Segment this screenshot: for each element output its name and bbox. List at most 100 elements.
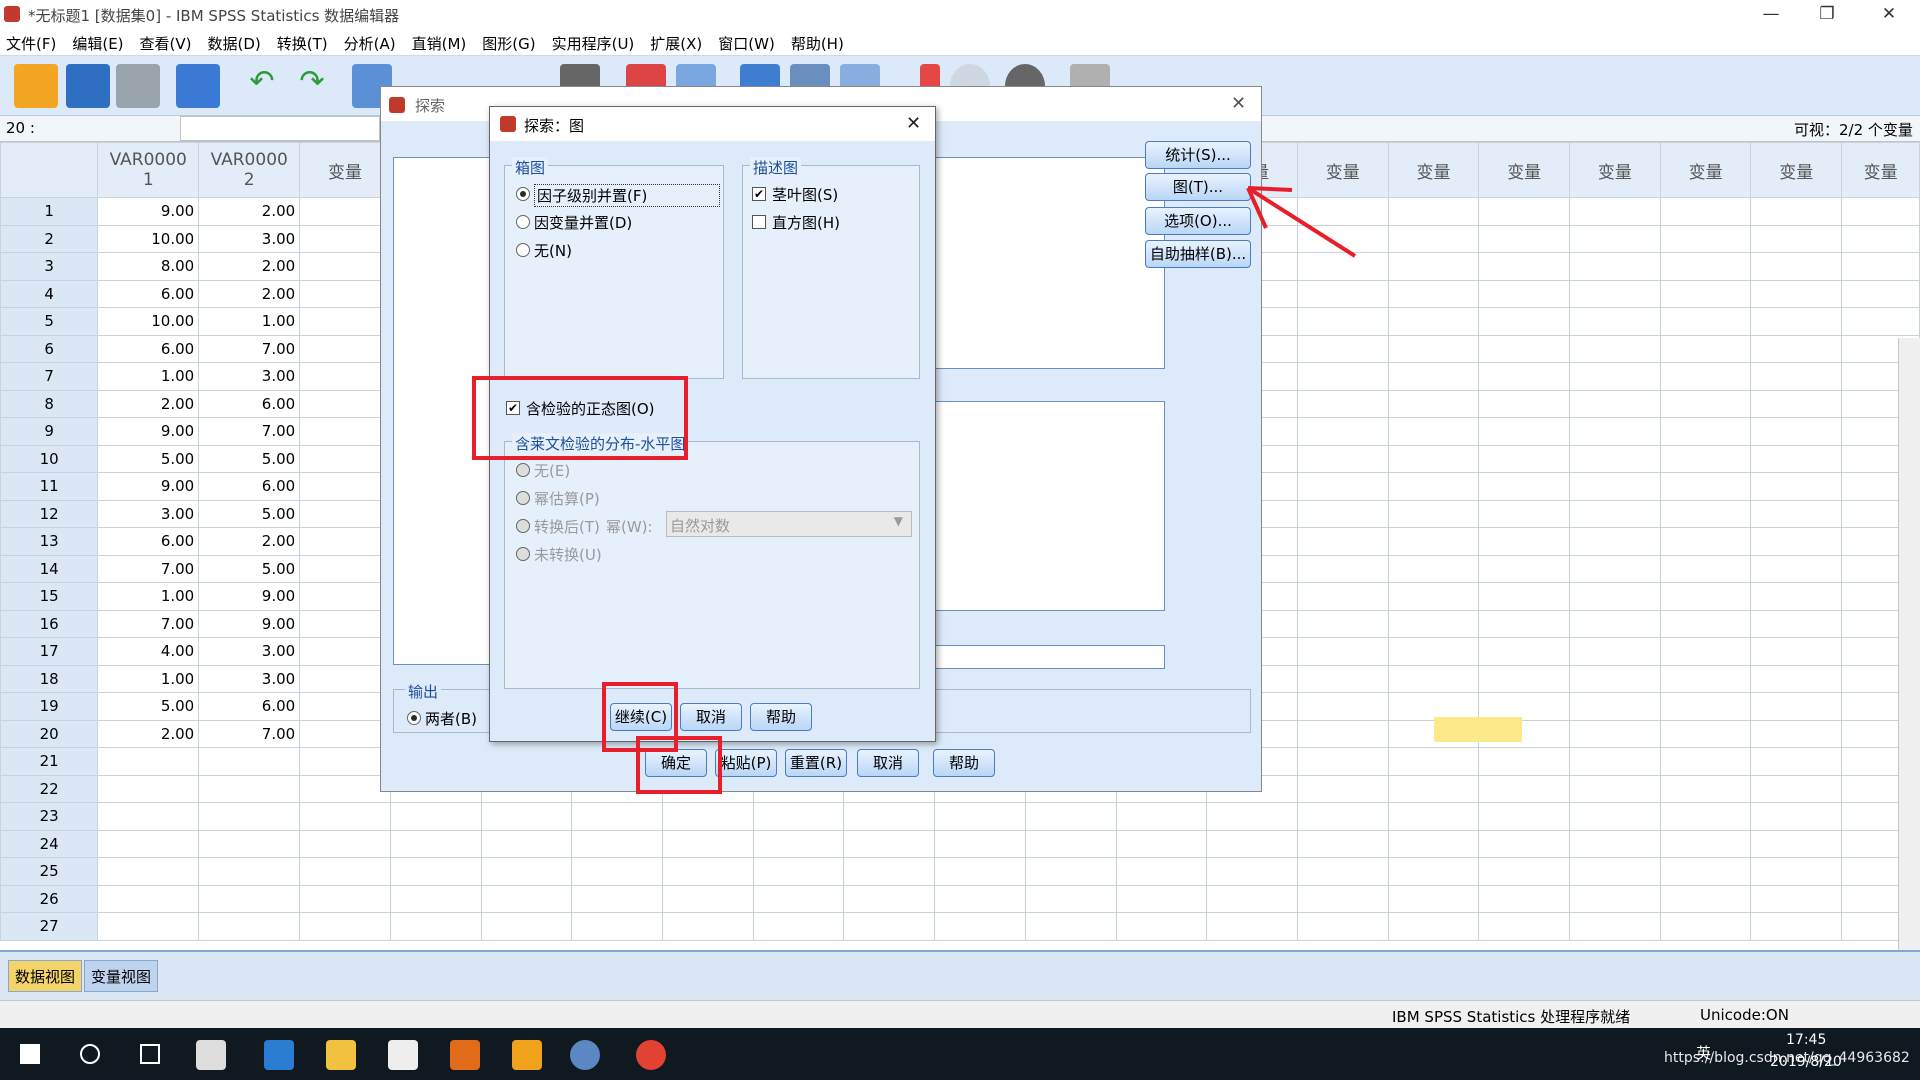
data-cell[interactable]: 3.00 <box>198 664 301 693</box>
empty-cell[interactable] <box>1750 719 1843 748</box>
empty-cell[interactable] <box>299 664 391 693</box>
empty-cell[interactable] <box>1750 499 1843 528</box>
empty-cell[interactable] <box>1659 499 1752 528</box>
empty-cell[interactable] <box>1024 884 1117 913</box>
empty-cell[interactable] <box>1841 252 1920 281</box>
empty-cell[interactable] <box>1296 472 1389 501</box>
data-cell[interactable]: 5.00 <box>198 499 301 528</box>
row-header[interactable]: 15 <box>0 582 99 611</box>
empty-cell[interactable] <box>1296 554 1389 583</box>
empty-cell[interactable] <box>1115 857 1208 886</box>
empty-cell[interactable] <box>299 912 391 941</box>
menu-graphs[interactable]: 图形(G) <box>476 28 545 54</box>
column-header-empty[interactable]: 变量 <box>1659 142 1752 198</box>
empty-cell[interactable] <box>1478 664 1571 693</box>
empty-cell[interactable] <box>1387 802 1480 831</box>
empty-cell[interactable] <box>480 857 573 886</box>
empty-cell[interactable] <box>1569 334 1661 363</box>
data-cell[interactable]: 3.00 <box>198 224 301 253</box>
empty-cell[interactable] <box>1478 527 1571 556</box>
empty-cell[interactable] <box>299 362 391 391</box>
data-cell[interactable]: 1.00 <box>97 664 200 693</box>
data-cell[interactable]: 6.00 <box>97 527 200 556</box>
empty-cell[interactable] <box>1750 279 1843 308</box>
reset-button[interactable]: 重置(R) <box>785 749 847 777</box>
data-cell[interactable]: 9.00 <box>97 417 200 446</box>
data-cell[interactable] <box>198 884 301 913</box>
row-header[interactable]: 3 <box>0 252 99 281</box>
data-cell[interactable]: 1.00 <box>198 307 301 336</box>
data-cell[interactable]: 10.00 <box>97 224 200 253</box>
empty-cell[interactable] <box>1659 609 1752 638</box>
menu-transform[interactable]: 转换(T) <box>271 28 338 54</box>
column-header-empty[interactable]: 变量 <box>1387 142 1480 198</box>
row-header[interactable]: 12 <box>0 499 99 528</box>
edge-icon[interactable] <box>264 1040 294 1070</box>
empty-cell[interactable] <box>1659 197 1752 226</box>
empty-cell[interactable] <box>1659 857 1752 886</box>
empty-cell[interactable] <box>1478 279 1571 308</box>
empty-cell[interactable] <box>934 912 1026 941</box>
empty-cell[interactable] <box>299 417 391 446</box>
empty-cell[interactable] <box>752 802 845 831</box>
menu-utilities[interactable]: 实用程序(U) <box>546 28 645 54</box>
empty-cell[interactable] <box>1478 417 1571 446</box>
empty-cell[interactable] <box>1296 802 1389 831</box>
empty-cell[interactable] <box>571 884 664 913</box>
empty-cell[interactable] <box>1387 307 1480 336</box>
empty-cell[interactable] <box>1841 197 1920 226</box>
empty-cell[interactable] <box>1206 857 1298 886</box>
data-cell[interactable]: 2.00 <box>198 252 301 281</box>
data-cell[interactable]: 5.00 <box>97 692 200 721</box>
plots-cancel-button[interactable]: 取消 <box>680 703 742 731</box>
row-header[interactable]: 18 <box>0 664 99 693</box>
empty-cell[interactable] <box>1206 802 1298 831</box>
empty-cell[interactable] <box>1750 252 1843 281</box>
empty-cell[interactable] <box>1478 224 1571 253</box>
empty-cell[interactable] <box>1478 472 1571 501</box>
empty-cell[interactable] <box>843 912 936 941</box>
empty-cell[interactable] <box>1296 307 1389 336</box>
row-header[interactable]: 8 <box>0 389 99 418</box>
empty-cell[interactable] <box>662 829 754 858</box>
empty-cell[interactable] <box>1296 279 1389 308</box>
empty-cell[interactable] <box>1569 664 1661 693</box>
empty-cell[interactable] <box>1478 334 1571 363</box>
empty-cell[interactable] <box>1659 912 1752 941</box>
empty-cell[interactable] <box>1478 307 1571 336</box>
empty-cell[interactable] <box>1659 279 1752 308</box>
empty-cell[interactable] <box>1569 252 1661 281</box>
plots-button[interactable]: 图(T)... <box>1145 173 1251 201</box>
data-cell[interactable]: 9.00 <box>97 472 200 501</box>
data-cell[interactable]: 9.00 <box>97 197 200 226</box>
empty-cell[interactable] <box>1569 637 1661 666</box>
empty-cell[interactable] <box>1024 857 1117 886</box>
data-cell[interactable]: 1.00 <box>97 362 200 391</box>
empty-cell[interactable] <box>662 802 754 831</box>
empty-cell[interactable] <box>1659 527 1752 556</box>
data-cell[interactable]: 6.00 <box>198 692 301 721</box>
empty-cell[interactable] <box>299 637 391 666</box>
row-header[interactable]: 25 <box>0 857 99 886</box>
menu-file[interactable]: 文件(F) <box>0 28 66 54</box>
empty-cell[interactable] <box>1387 499 1480 528</box>
menu-view[interactable]: 查看(V) <box>134 28 202 54</box>
empty-cell[interactable] <box>1750 747 1843 776</box>
data-cell[interactable]: 6.00 <box>97 334 200 363</box>
box-none-radio[interactable] <box>516 243 530 257</box>
empty-cell[interactable] <box>1841 224 1920 253</box>
row-header[interactable]: 26 <box>0 884 99 913</box>
empty-cell[interactable] <box>752 884 845 913</box>
empty-cell[interactable] <box>1387 472 1480 501</box>
empty-cell[interactable] <box>1206 912 1298 941</box>
empty-cell[interactable] <box>1387 444 1480 473</box>
tab-variable-view[interactable]: 变量视图 <box>84 960 159 992</box>
empty-cell[interactable] <box>1659 747 1752 776</box>
empty-cell[interactable] <box>1478 692 1571 721</box>
empty-cell[interactable] <box>1750 609 1843 638</box>
data-cell[interactable]: 9.00 <box>198 609 301 638</box>
statistics-button[interactable]: 统计(S)... <box>1145 141 1251 169</box>
empty-cell[interactable] <box>752 912 845 941</box>
empty-cell[interactable] <box>1387 912 1480 941</box>
empty-cell[interactable] <box>299 774 391 803</box>
